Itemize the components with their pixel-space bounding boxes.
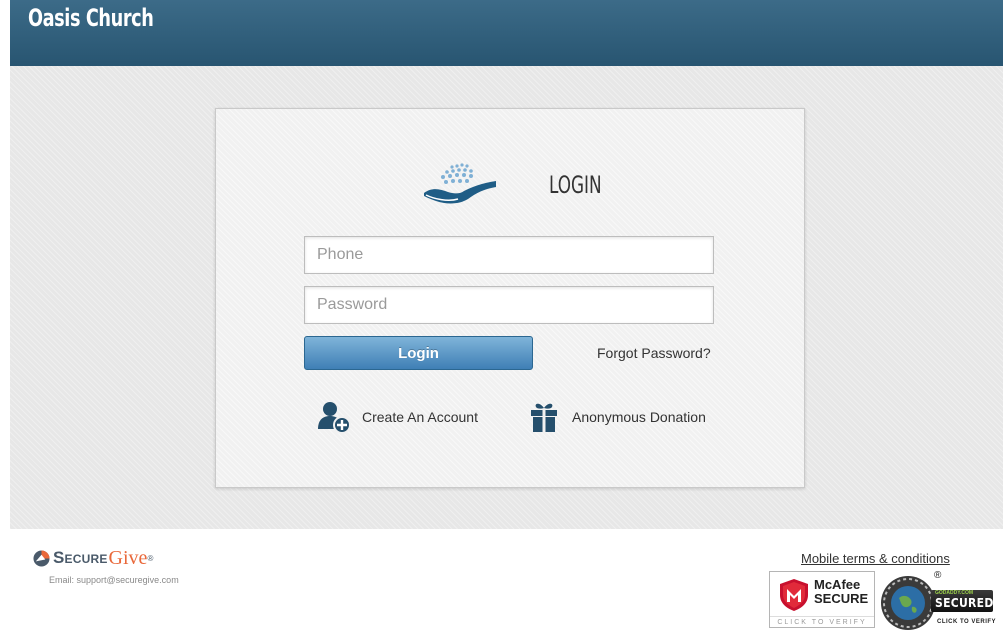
brand-reg-mark: ® [147, 553, 154, 563]
header-bar: Oasis Church [10, 0, 1003, 66]
mcafee-verify-text: CLICK TO VERIFY [770, 616, 874, 626]
login-card: LOGIN Login Forgot Password? Create An A… [215, 108, 805, 488]
securegive-mark-icon [33, 549, 50, 567]
anonymous-donation-label: Anonymous Donation [572, 409, 706, 425]
brand-secure-text: Secure [53, 548, 108, 567]
forgot-password-link[interactable]: Forgot Password? [597, 345, 711, 361]
mcafee-name: McAfee [814, 577, 861, 592]
mobile-terms-link[interactable]: Mobile terms & conditions [801, 551, 950, 566]
church-name[interactable]: Oasis Church [28, 4, 154, 32]
brand-give-text: Give [108, 546, 148, 569]
login-area: LOGIN Login Forgot Password? Create An A… [10, 66, 1003, 529]
mcafee-shield-icon [780, 579, 808, 611]
login-button[interactable]: Login [304, 336, 533, 370]
add-user-icon [318, 402, 351, 434]
mcafee-secure-text: SECURE [814, 591, 869, 606]
hand-with-dots-icon [424, 163, 496, 204]
mcafee-secure-badge[interactable]: McAfee SECURE CLICK TO VERIFY [769, 571, 875, 628]
gift-icon [531, 403, 557, 432]
godaddy-verify-text: CLICK TO VERIFY [937, 619, 997, 625]
phone-input[interactable] [304, 236, 714, 274]
globe-seal-icon [881, 576, 935, 630]
create-account-label: Create An Account [362, 409, 478, 425]
anonymous-donation-link[interactable]: Anonymous Donation [526, 399, 706, 435]
godaddy-secured-badge[interactable]: ® GODADDY.COM SECURED CLICK TO VERIFY [879, 570, 997, 630]
login-title: LOGIN [549, 171, 602, 199]
create-account-link[interactable]: Create An Account [316, 399, 478, 435]
securegive-logo[interactable]: Secure Give ® [33, 546, 153, 570]
support-email: Email: support@securegive.com [49, 575, 179, 585]
password-input[interactable] [304, 286, 714, 324]
godaddy-secured-text: SECURED [935, 596, 994, 610]
